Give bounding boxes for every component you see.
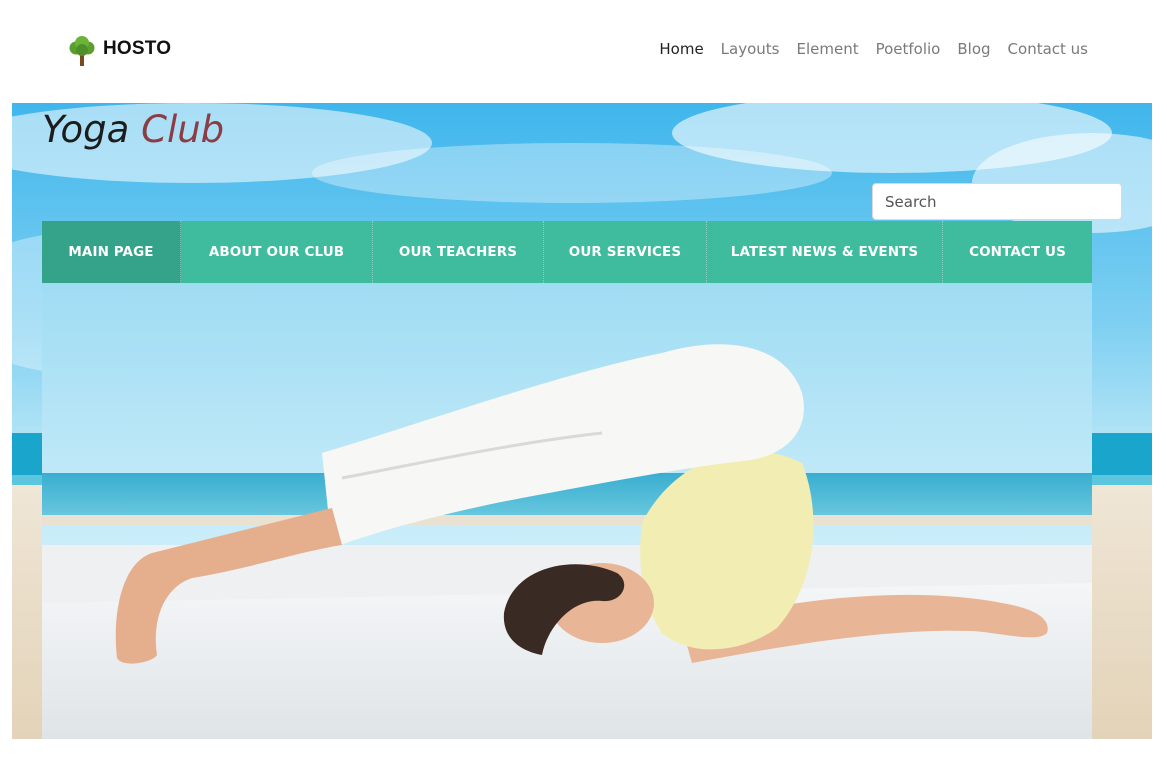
- top-nav-contact[interactable]: Contact us: [1008, 40, 1088, 58]
- nav-our-teachers[interactable]: OUR TEACHERS: [373, 221, 544, 283]
- top-nav-blog[interactable]: Blog: [957, 40, 990, 58]
- tree-icon: [69, 36, 95, 66]
- nav-main-page[interactable]: MAIN PAGE: [42, 221, 181, 283]
- hero-banner: Yoga Club MAIN PAGE ABOUT OUR CLUB OUR T…: [12, 103, 1152, 739]
- top-nav-portfolio[interactable]: Poetfolio: [876, 40, 941, 58]
- top-navigation: Home Layouts Element Poetfolio Blog Cont…: [642, 40, 1088, 58]
- nav-our-services[interactable]: OUR SERVICES: [544, 221, 707, 283]
- site-title: Yoga Club: [42, 103, 224, 157]
- site-title-accent: Club: [141, 108, 225, 151]
- search-input[interactable]: [872, 183, 1122, 220]
- nav-latest-news-events[interactable]: LATEST NEWS & EVENTS: [707, 221, 943, 283]
- brand-name: HOSTO: [103, 38, 172, 59]
- top-nav-layouts[interactable]: Layouts: [721, 40, 780, 58]
- main-navigation: MAIN PAGE ABOUT OUR CLUB OUR TEACHERS OU…: [42, 221, 1092, 283]
- yoga-hero-photo: [42, 283, 1092, 739]
- top-nav-home[interactable]: Home: [659, 40, 703, 58]
- nav-about-our-club[interactable]: ABOUT OUR CLUB: [181, 221, 373, 283]
- site-header: HOSTO Home Layouts Element Poetfolio Blo…: [0, 0, 1167, 103]
- yoga-pose-illustration: [42, 283, 1092, 739]
- brand-logo[interactable]: HOSTO: [66, 35, 171, 67]
- site-title-main: Yoga: [42, 108, 130, 151]
- top-nav-element[interactable]: Element: [796, 40, 858, 58]
- nav-contact-us[interactable]: CONTACT US: [943, 221, 1092, 283]
